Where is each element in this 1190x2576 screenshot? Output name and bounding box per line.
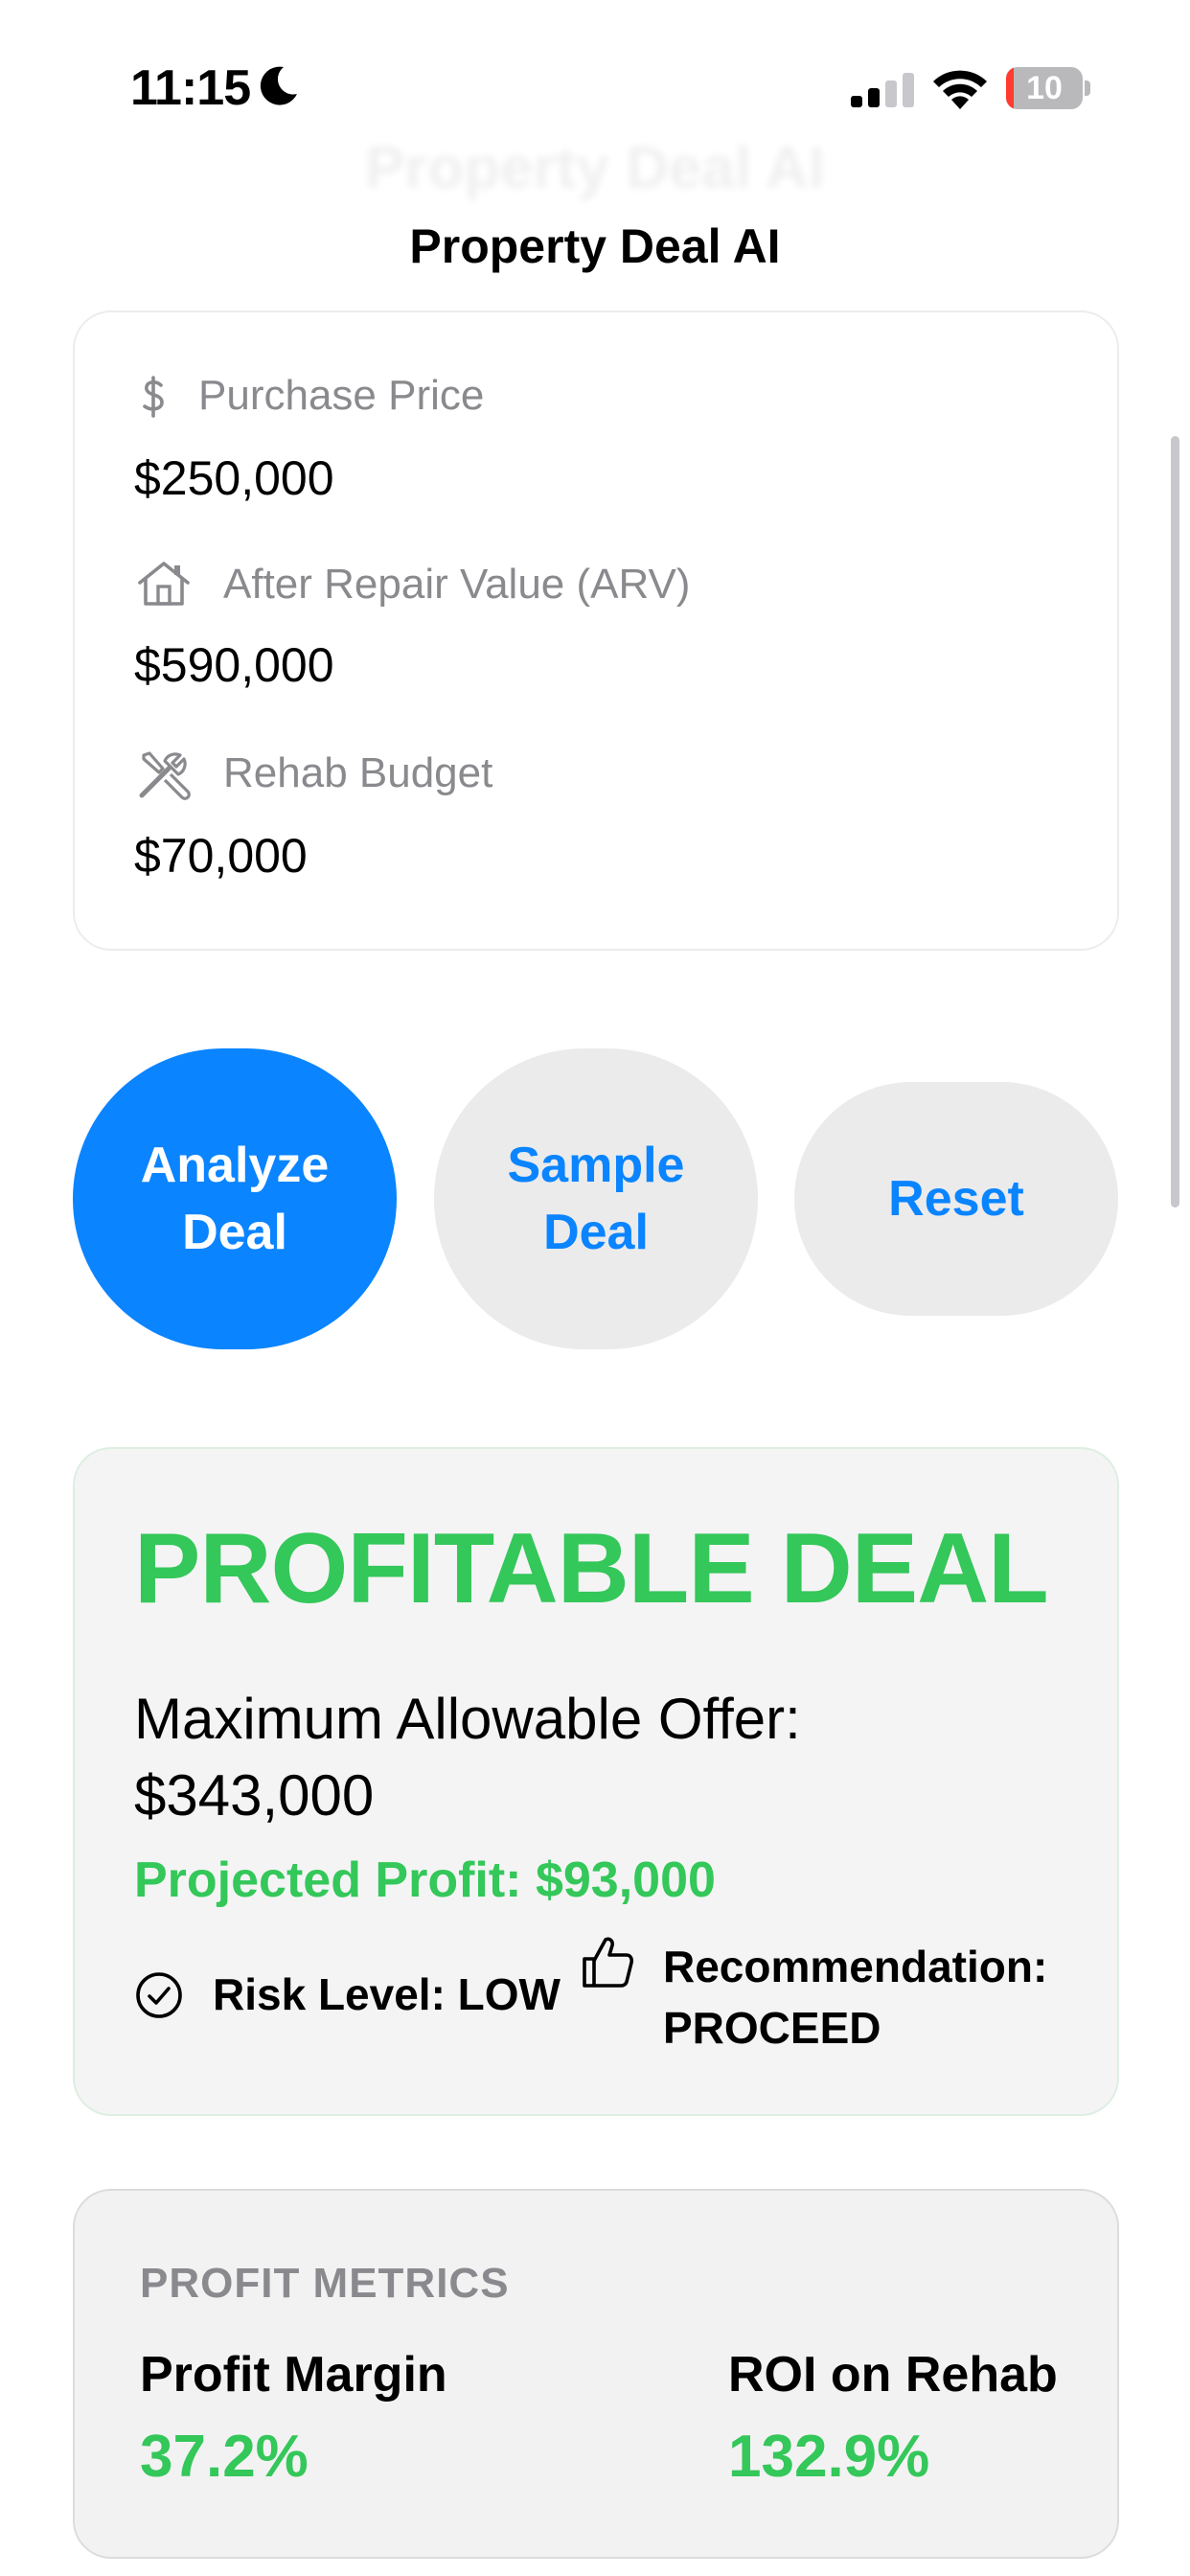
arv-input[interactable]: $590,000 bbox=[134, 637, 334, 693]
moon-icon bbox=[260, 66, 297, 105]
scroll-indicator[interactable] bbox=[1171, 436, 1179, 1208]
max-allowable-offer: Maximum Allowable Offer: $343,000 bbox=[134, 1681, 801, 1834]
profit-margin-value: 37.2% bbox=[140, 2424, 309, 2490]
recommendation-label: Recommendation: bbox=[663, 1942, 1048, 1991]
analyze-deal-label: Analyze Deal bbox=[140, 1138, 330, 1260]
house-icon bbox=[138, 562, 190, 606]
tools-icon bbox=[139, 751, 191, 800]
recommendation-value: PROCEED bbox=[663, 2003, 881, 2053]
roi-on-rehab-value: 132.9% bbox=[728, 2424, 930, 2490]
mao-value: $343,000 bbox=[134, 1763, 375, 1828]
purchase-price-label: Purchase Price bbox=[198, 372, 485, 419]
purchase-price-input[interactable]: $250,000 bbox=[134, 450, 334, 506]
reset-label: Reset bbox=[888, 1171, 1024, 1227]
projected-profit: Projected Profit: $93,000 bbox=[134, 1852, 716, 1908]
rehab-budget-input[interactable]: $70,000 bbox=[134, 828, 308, 884]
mao-label: Maximum Allowable Offer: bbox=[134, 1687, 801, 1751]
rehab-budget-label: Rehab Budget bbox=[223, 749, 493, 796]
battery-icon: 10 bbox=[1006, 67, 1090, 109]
checkmark-circle-icon bbox=[136, 1972, 182, 2018]
wifi-icon bbox=[933, 70, 987, 109]
sample-deal-button[interactable]: Sample Deal bbox=[434, 1048, 758, 1349]
profit-margin-label: Profit Margin bbox=[140, 2347, 447, 2403]
cellular-signal-icon bbox=[851, 73, 914, 107]
profit-metrics-title: PROFIT METRICS bbox=[140, 2260, 510, 2307]
thumbs-up-icon bbox=[583, 1937, 634, 1988]
risk-level: Risk Level: LOW bbox=[213, 1969, 561, 2019]
deal-verdict: PROFITABLE DEAL bbox=[134, 1513, 1049, 1624]
nav-title: Property Deal AI bbox=[409, 219, 781, 273]
roi-on-rehab-label: ROI on Rehab bbox=[728, 2347, 1058, 2403]
arv-label: After Repair Value (ARV) bbox=[223, 561, 691, 608]
large-title-ghost: Property Deal AI bbox=[364, 135, 826, 201]
analyze-deal-button[interactable]: Analyze Deal bbox=[73, 1048, 397, 1349]
battery-level: 10 bbox=[1026, 70, 1063, 106]
status-time: 11:15 bbox=[130, 60, 251, 116]
reset-button[interactable]: Reset bbox=[794, 1082, 1118, 1316]
recommendation: Recommendation: PROCEED bbox=[663, 1936, 1047, 2058]
dollar-sign-icon bbox=[143, 376, 164, 418]
sample-deal-label: Sample Deal bbox=[507, 1138, 685, 1260]
